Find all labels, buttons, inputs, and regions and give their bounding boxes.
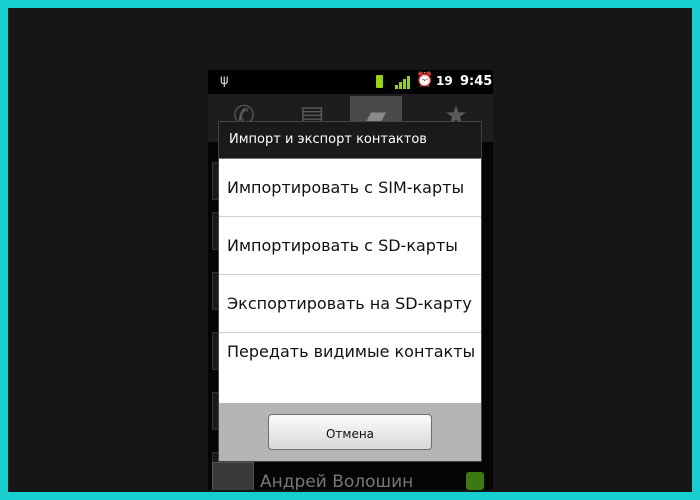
dialog-options: Импортировать с SIM-карты Импортировать … bbox=[219, 159, 481, 395]
dialog-title: Импорт и экспорт контактов bbox=[219, 122, 481, 159]
status-bar: ψ ⏰ 19 9:45 bbox=[208, 70, 493, 94]
signal-icon bbox=[395, 75, 411, 89]
battery-icon bbox=[376, 75, 383, 88]
option-import-sd[interactable]: Импортировать с SD-карты bbox=[219, 217, 481, 275]
contact-name: Андрей Волошин bbox=[260, 472, 414, 490]
option-share-visible[interactable]: Передать видимые контакты bbox=[219, 333, 481, 395]
screenshot-frame: ψ ⏰ 19 9:45 ✆ ▤ ▰ ★ Андрей Волошин Импор… bbox=[8, 8, 692, 492]
option-export-sd[interactable]: Экспортировать на SD-карту bbox=[219, 275, 481, 333]
option-import-sim[interactable]: Импортировать с SIM-карты bbox=[219, 159, 481, 217]
notification-count: 19 bbox=[436, 74, 453, 88]
import-export-dialog: Импорт и экспорт контактов Импортировать… bbox=[218, 121, 482, 462]
cancel-button[interactable]: Отмена bbox=[268, 414, 432, 450]
phone-screen: ψ ⏰ 19 9:45 ✆ ▤ ▰ ★ Андрей Волошин Импор… bbox=[208, 70, 493, 490]
avatar bbox=[212, 462, 254, 490]
status-time: 9:45 bbox=[460, 74, 493, 89]
call-icon bbox=[466, 472, 484, 490]
dialog-footer: Отмена bbox=[219, 403, 481, 461]
usb-icon: ψ bbox=[220, 73, 229, 88]
alarm-icon: ⏰ bbox=[416, 72, 434, 88]
